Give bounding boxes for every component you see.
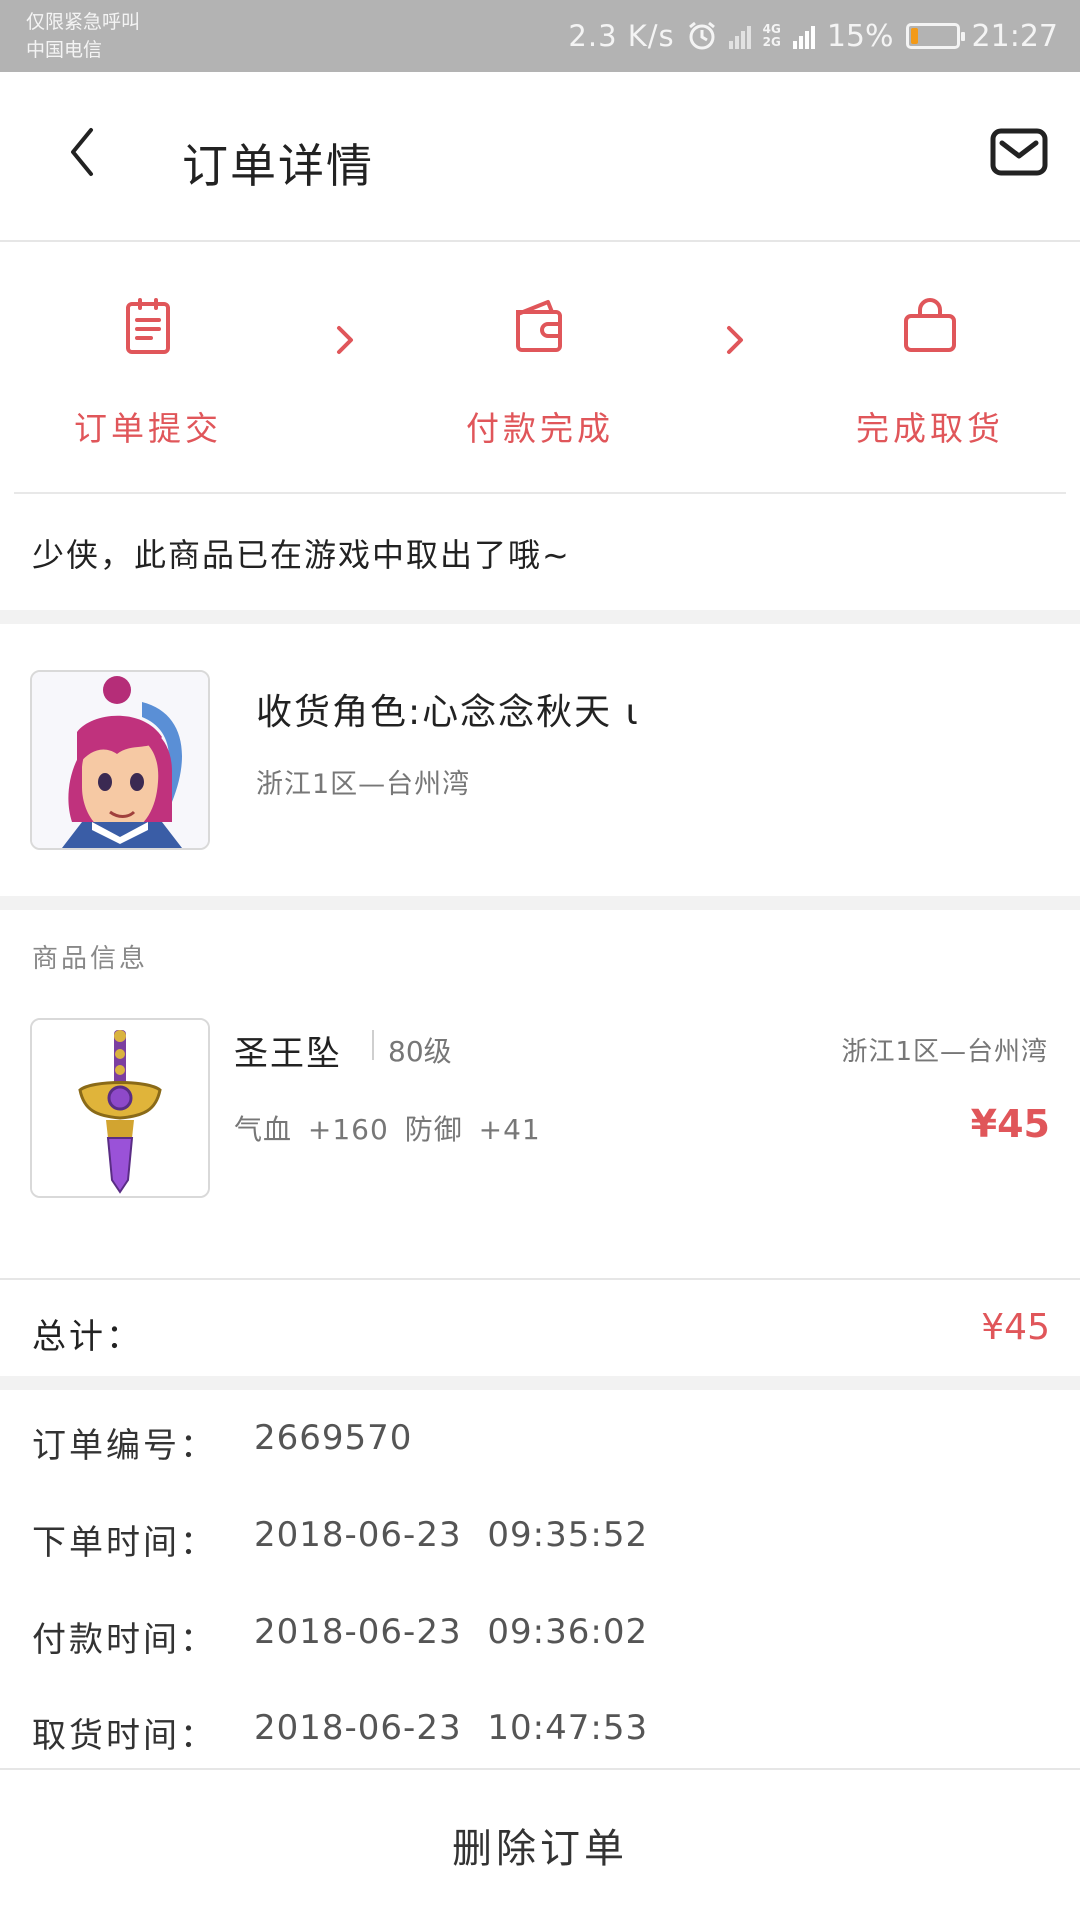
carrier-name: 中国电信 <box>26 39 103 61</box>
character-avatar <box>30 670 210 850</box>
alarm-icon <box>688 21 715 50</box>
battery-fill <box>910 28 918 44</box>
net-speed: 2.3 K/s <box>568 19 675 53</box>
order-progress: 订单提交 付款完成 完成取货 <box>0 244 1080 494</box>
status-icons: 2.3 K/s 4G 2G 15% 21:27 <box>568 0 1058 72</box>
step-label-picked-up: 完成取货 <box>856 409 1004 448</box>
item-name: 圣王坠 <box>234 1034 342 1074</box>
receiver-role: 收货角色:心念念秋天 ι <box>256 692 640 733</box>
net-type-2g: 2G <box>762 35 781 49</box>
order-time-value: 2018-06-23 09:35:52 <box>254 1515 649 1555</box>
signal-icon <box>728 23 751 49</box>
item-price: ¥45 <box>970 1102 1050 1146</box>
chevron-right-icon <box>727 326 743 354</box>
chevron-left-icon <box>71 128 93 176</box>
section-gap <box>0 610 1080 624</box>
item-server: 浙江1区—台州湾 <box>841 1037 1048 1067</box>
app-header: 订单详情 <box>0 72 1080 242</box>
section-gap <box>0 1376 1080 1390</box>
item-separator <box>372 1030 374 1060</box>
pendant-icon <box>32 1020 208 1196</box>
character-portrait <box>32 672 208 848</box>
item-stats: 气血 +160 防御 +41 <box>234 1113 541 1146</box>
status-notice: 少侠，此商品已在游戏中取出了哦~ <box>32 536 571 574</box>
item-level: 80级 <box>388 1035 452 1068</box>
pickup-time-row: 取货时间： 2018-06-23 10:47:53 <box>32 1708 648 1757</box>
payment-time-row: 付款时间： 2018-06-23 09:36:02 <box>32 1612 648 1661</box>
signal-icon-2 <box>792 23 815 49</box>
pickup-time-value: 2018-06-23 10:47:53 <box>254 1708 649 1748</box>
divider <box>0 1278 1080 1280</box>
total-value: ¥45 <box>981 1307 1050 1348</box>
step-label-paid: 付款完成 <box>466 409 614 448</box>
battery-icon <box>905 23 965 49</box>
step-label-submitted: 订单提交 <box>74 409 222 448</box>
clipboard-icon <box>126 298 170 354</box>
order-number-label: 订单编号： <box>32 1426 217 1466</box>
payment-time-value: 2018-06-23 09:36:02 <box>254 1612 649 1652</box>
mail-icon <box>990 128 1048 176</box>
wallet-icon <box>516 300 562 352</box>
carrier-info: 仅限紧急呼叫 中国电信 <box>26 8 140 64</box>
divider <box>14 492 1066 494</box>
item-image <box>30 1018 210 1198</box>
pickup-time-label: 取货时间： <box>32 1716 217 1756</box>
status-bar: 仅限紧急呼叫 中国电信 2.3 K/s 4G 2G 15% 21:27 <box>0 0 1080 72</box>
chevron-right-icon <box>337 326 353 354</box>
receiver-server: 浙江1区—台州湾 <box>256 769 471 800</box>
battery-percent: 15% <box>826 18 894 54</box>
network-type: 4G 2G <box>763 23 781 49</box>
back-button[interactable] <box>52 122 112 182</box>
order-time-label: 下单时间： <box>32 1523 217 1563</box>
order-time-row: 下单时间： 2018-06-23 09:35:52 <box>32 1515 648 1564</box>
clock: 21:27 <box>971 18 1058 54</box>
section-title-product: 商品信息 <box>32 944 149 974</box>
order-number-row: 订单编号： 2669570 <box>32 1418 412 1467</box>
order-number-value: 2669570 <box>254 1418 413 1458</box>
delete-order-button[interactable]: 删除订单 <box>0 1770 1080 1920</box>
mail-button[interactable] <box>990 128 1050 180</box>
page-title: 订单详情 <box>182 139 374 193</box>
shopping-bag-icon <box>904 298 956 352</box>
section-gap <box>0 896 1080 910</box>
payment-time-label: 付款时间： <box>32 1620 217 1660</box>
emergency-call-text: 仅限紧急呼叫 <box>26 11 141 33</box>
total-label: 总计： <box>32 1317 143 1357</box>
